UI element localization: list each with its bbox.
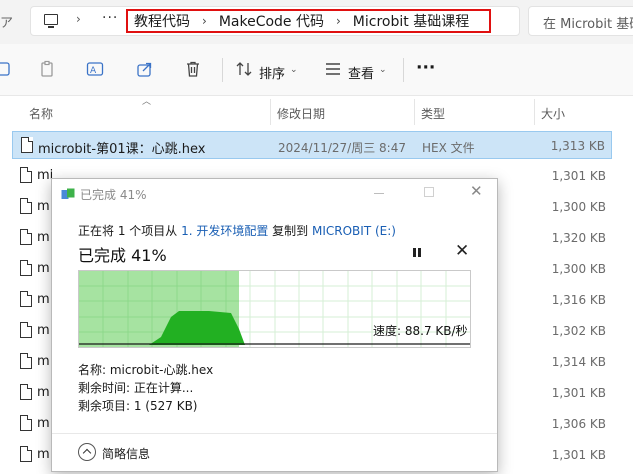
column-divider[interactable] (414, 99, 415, 125)
file-name: m (37, 292, 50, 307)
command-bar: A 排序 ⌄ 查看 ⌄ ··· (0, 44, 633, 96)
file-icon (20, 260, 32, 276)
view-icon[interactable] (324, 60, 342, 78)
file-name: m (37, 261, 50, 276)
file-date: 2024/11/27/周三 8:47 (278, 141, 406, 155)
file-size: 1,316 KB (551, 293, 606, 307)
file-icon (20, 415, 32, 431)
column-size[interactable]: 大小 (541, 105, 565, 122)
transfer-speed-graph: 速度: 88.7 KB/秒 (78, 270, 471, 348)
collapse-details-icon[interactable] (78, 443, 96, 461)
file-size: 1,301 KB (551, 386, 606, 400)
back-icon[interactable]: ア (0, 12, 13, 31)
items-remaining-info: 剩余项目: 1 (527 KB) (78, 399, 198, 413)
file-size: 1,306 KB (551, 417, 606, 431)
file-icon (20, 353, 32, 369)
file-name: microbit-第01课：心跳.hex (38, 142, 206, 157)
paste-icon[interactable] (38, 60, 56, 78)
column-date[interactable]: 修改日期 (277, 105, 325, 122)
sort-icon[interactable] (235, 60, 253, 78)
file-row-selected[interactable]: microbit-第01课：心跳.hex 2024/11/27/周三 8:47 … (12, 131, 612, 159)
file-name: m (37, 447, 50, 462)
source-folder-link[interactable]: 1. 开发环境配置 (181, 224, 268, 238)
dialog-footer: 简略信息 (52, 433, 497, 471)
close-icon[interactable]: ✕ (470, 182, 483, 200)
column-name[interactable]: 名称 (29, 105, 53, 122)
time-remaining-info: 剩余时间: 正在计算... (78, 381, 194, 395)
copy-progress-icon (61, 188, 75, 199)
breadcrumb-item[interactable]: MakeCode 代码 (219, 11, 324, 31)
file-name: m (37, 416, 50, 431)
search-input[interactable]: 在 Microbit 基础课程 中搜索 (528, 6, 633, 36)
chevron-right-icon: › (202, 14, 207, 28)
percent-complete: 已完成 41% (78, 246, 167, 265)
file-size: 1,314 KB (551, 355, 606, 369)
file-name: m (37, 323, 50, 338)
sort-button[interactable]: 排序 (259, 63, 285, 82)
file-name: m (37, 385, 50, 400)
file-icon (20, 446, 32, 462)
file-size: 1,320 KB (551, 231, 606, 245)
computer-icon[interactable] (44, 14, 58, 28)
address-bar-area: ア › ··· 教程代码 › MakeCode 代码 › Microbit 基础… (0, 0, 633, 44)
column-header-row: ︿ 名称 修改日期 类型 大小 (0, 97, 633, 127)
breadcrumb-item[interactable]: Microbit 基础课程 (353, 11, 469, 31)
chevron-right-icon: › (76, 12, 81, 26)
toolbar-divider (403, 58, 404, 82)
speed-graph-canvas: 速度: 88.7 KB/秒 (79, 271, 470, 347)
more-options-button[interactable]: ··· (416, 58, 435, 78)
copy-mid-text: 复制到 (268, 224, 312, 238)
cancel-button[interactable]: ✕ (455, 241, 469, 261)
file-icon (20, 167, 32, 183)
sort-ascending-icon: ︿ (142, 97, 152, 107)
file-size: 1,301 KB (551, 169, 606, 183)
more-breadcrumbs-button[interactable]: ··· (102, 10, 118, 26)
breadcrumb: 教程代码 › MakeCode 代码 › Microbit 基础课程 (126, 9, 491, 33)
toolbar-divider (222, 58, 223, 82)
fewer-details-button[interactable]: 简略信息 (102, 445, 150, 462)
file-name: m (37, 199, 50, 214)
file-size: 1,313 KB (550, 139, 605, 153)
file-icon (20, 291, 32, 307)
file-icon (20, 322, 32, 338)
maximize-icon[interactable] (424, 187, 434, 197)
file-type: HEX 文件 (422, 141, 475, 155)
dialog-title: 已完成 41% (80, 188, 147, 202)
rename-icon[interactable]: A (86, 60, 104, 78)
minimize-icon[interactable] (374, 193, 384, 194)
cut-icon[interactable] (0, 60, 12, 78)
file-size: 1,302 KB (551, 324, 606, 338)
column-divider[interactable] (270, 99, 271, 125)
chevron-right-icon: › (335, 14, 341, 28)
destination-link[interactable]: MICROBIT (E:) (312, 224, 396, 238)
copy-progress-dialog: 已完成 41% ✕ 正在将 1 个项目从 1. 开发环境配置 复制到 MICRO… (51, 178, 498, 472)
chevron-down-icon: ⌄ (290, 65, 298, 75)
trash-icon[interactable] (184, 60, 202, 78)
file-icon (20, 384, 32, 400)
breadcrumb-item[interactable]: 教程代码 (134, 11, 190, 31)
file-size: 1,300 KB (551, 262, 606, 276)
file-icon (20, 229, 32, 245)
address-bar[interactable]: › ··· 教程代码 › MakeCode 代码 › Microbit 基础课程 (30, 6, 520, 36)
file-icon (20, 198, 32, 214)
svg-text:A: A (90, 66, 97, 76)
speed-label: 速度: 88.7 KB/秒 (373, 323, 468, 338)
pause-button[interactable] (411, 246, 423, 260)
view-button[interactable]: 查看 (348, 63, 374, 82)
copy-prefix-text: 正在将 1 个项目从 (78, 224, 182, 238)
copy-description: 正在将 1 个项目从 1. 开发环境配置 复制到 MICROBIT (E:) (78, 222, 396, 239)
column-divider[interactable] (534, 99, 535, 125)
file-name: m (37, 354, 50, 369)
share-icon[interactable] (136, 60, 154, 78)
chevron-down-icon: ⌄ (379, 65, 387, 75)
file-icon (21, 137, 33, 153)
file-name-info: 名称: microbit-心跳.hex (78, 363, 214, 377)
file-size: 1,301 KB (551, 448, 606, 462)
file-name: m (37, 230, 50, 245)
file-size: 1,300 KB (551, 200, 606, 214)
column-type[interactable]: 类型 (421, 105, 445, 122)
